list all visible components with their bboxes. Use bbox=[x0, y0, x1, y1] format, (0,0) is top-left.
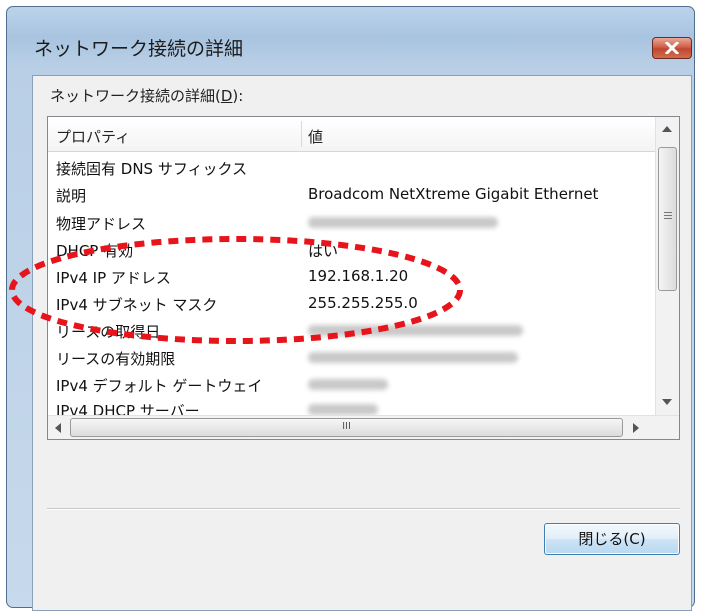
horizontal-scrollbar[interactable]: III bbox=[48, 415, 679, 439]
table-row[interactable]: IPv4 DHCP サーバー bbox=[48, 397, 656, 417]
value-cell: Broadcom NetXtreme Gigabit Ethernet bbox=[308, 185, 599, 203]
dialog-window: ネットワーク接続の詳細 ネットワーク接続の詳細(D): プロパティ 値 接続固有… bbox=[6, 6, 695, 611]
close-window-button[interactable] bbox=[652, 37, 692, 59]
close-x-icon bbox=[664, 42, 680, 54]
property-cell: リースの有効期限 bbox=[56, 350, 176, 368]
column-header-value[interactable]: 値 bbox=[308, 126, 323, 147]
vertical-scroll-thumb[interactable] bbox=[658, 147, 677, 291]
table-row[interactable]: リースの有効期限 bbox=[48, 345, 656, 369]
network-details-list[interactable]: プロパティ 値 接続固有 DNS サフィックス 説明 Broadcom NetX… bbox=[47, 116, 680, 440]
close-button[interactable]: 閉じる(C) bbox=[544, 523, 680, 555]
value-cell-redacted bbox=[308, 375, 388, 394]
value-cell-redacted bbox=[308, 348, 518, 367]
window-title: ネットワーク接続の詳細 bbox=[34, 38, 244, 60]
value-cell: 192.168.1.20 bbox=[308, 267, 409, 285]
scroll-down-arrow-icon[interactable] bbox=[662, 399, 672, 405]
property-cell: IPv4 サブネット マスク bbox=[56, 296, 218, 314]
table-row[interactable]: 物理アドレス bbox=[48, 210, 656, 234]
property-cell: IPv4 デフォルト ゲートウェイ bbox=[56, 377, 263, 395]
table-row[interactable]: IPv4 IP アドレス 192.168.1.20 bbox=[48, 264, 656, 288]
table-row[interactable]: リースの取得日 bbox=[48, 318, 656, 342]
details-label: ネットワーク接続の詳細(D): bbox=[50, 87, 244, 105]
separator-line bbox=[47, 508, 680, 510]
table-row[interactable]: DHCP 有効 はい bbox=[48, 237, 656, 261]
dialog-client-area: ネットワーク接続の詳細(D): プロパティ 値 接続固有 DNS サフィックス … bbox=[32, 75, 692, 611]
scroll-left-arrow-icon[interactable] bbox=[55, 423, 61, 433]
property-cell: リースの取得日 bbox=[56, 323, 161, 341]
property-cell: 物理アドレス bbox=[56, 215, 147, 233]
property-cell: IPv4 IP アドレス bbox=[56, 269, 171, 287]
accesskey-d: D bbox=[220, 87, 233, 105]
value-cell-redacted bbox=[308, 321, 523, 340]
table-row[interactable]: 接続固有 DNS サフィックス bbox=[48, 155, 656, 179]
property-cell: 説明 bbox=[56, 187, 87, 205]
list-header: プロパティ 値 bbox=[48, 117, 656, 152]
property-cell: DHCP 有効 bbox=[56, 242, 134, 260]
table-row[interactable]: 説明 Broadcom NetXtreme Gigabit Ethernet bbox=[48, 182, 656, 206]
scroll-up-arrow-icon[interactable] bbox=[662, 126, 672, 132]
table-row[interactable]: IPv4 サブネット マスク 255.255.255.0 bbox=[48, 291, 656, 315]
horizontal-scroll-thumb[interactable]: III bbox=[70, 418, 623, 437]
column-separator[interactable] bbox=[301, 121, 302, 147]
property-cell: 接続固有 DNS サフィックス bbox=[56, 160, 248, 178]
column-header-property[interactable]: プロパティ bbox=[56, 126, 130, 147]
scroll-right-arrow-icon[interactable] bbox=[633, 423, 639, 433]
value-cell: 255.255.255.0 bbox=[308, 294, 418, 312]
table-row[interactable]: IPv4 デフォルト ゲートウェイ bbox=[48, 372, 656, 396]
vertical-scrollbar[interactable] bbox=[655, 117, 679, 415]
value-cell: はい bbox=[308, 242, 339, 260]
value-cell-redacted bbox=[308, 213, 498, 232]
